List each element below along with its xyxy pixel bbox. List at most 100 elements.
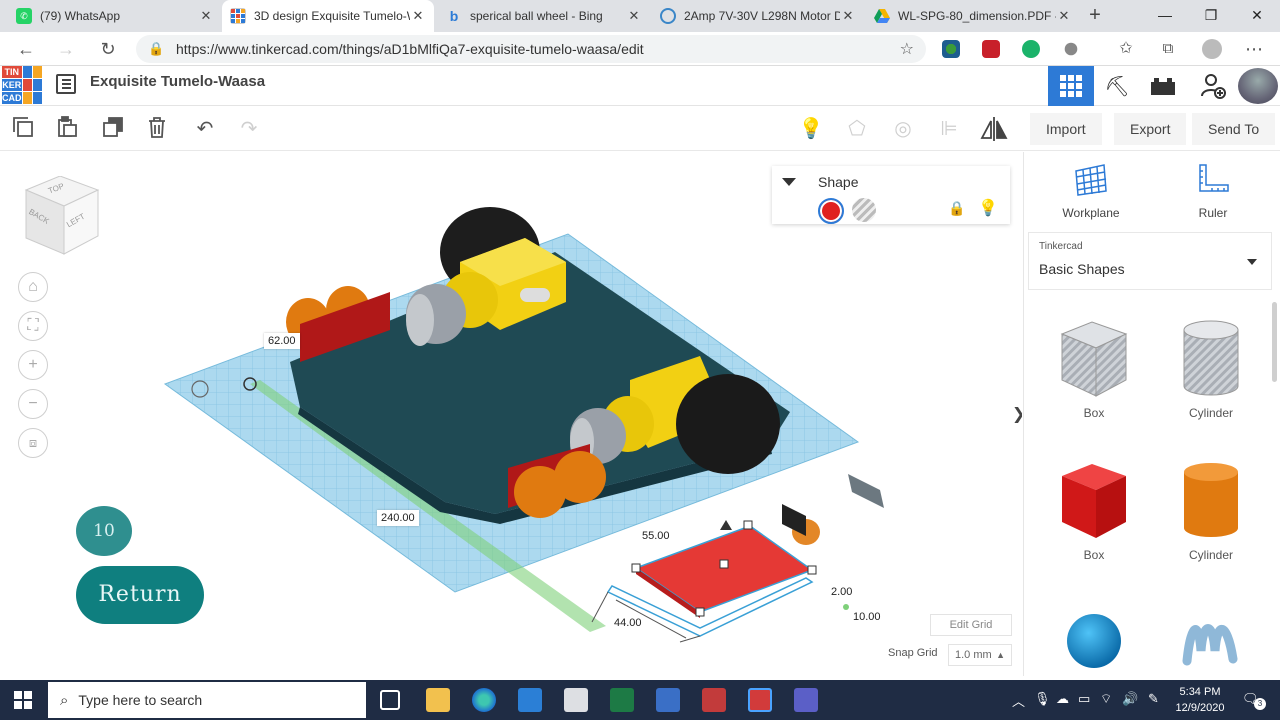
tab-tinkercad[interactable]: 3D design Exquisite Tumelo-W ✕ bbox=[222, 0, 434, 32]
teams-icon[interactable] bbox=[794, 688, 818, 712]
dimension-label[interactable]: 44.00 bbox=[610, 615, 646, 631]
windows-start-icon[interactable] bbox=[0, 680, 46, 720]
export-button[interactable]: Export bbox=[1114, 113, 1187, 145]
3d-view-grid-icon[interactable] bbox=[1048, 66, 1094, 106]
group-icon[interactable]: ⬠ bbox=[844, 116, 870, 142]
tab-motor-driver[interactable]: 2Amp 7V-30V L298N Motor D ✕ bbox=[652, 0, 864, 32]
pen-icon[interactable]: ✎ bbox=[1148, 691, 1159, 707]
shape-cylinder-hole[interactable]: Cylinder bbox=[1161, 318, 1261, 420]
dimension-label[interactable]: 240.00 bbox=[377, 510, 419, 526]
extension-grammarly-icon[interactable] bbox=[1022, 40, 1040, 58]
3d-workspace[interactable]: TOP BACK LEFT ⌂ ⛶ + − ⧈ 62.00 240.00 55.… bbox=[0, 152, 1022, 676]
notes-bulb-icon[interactable]: 💡 bbox=[798, 116, 824, 142]
favorites-icon[interactable]: ✩ bbox=[1114, 37, 1138, 61]
dimension-label[interactable]: 10.00 bbox=[849, 609, 885, 625]
import-button[interactable]: Import bbox=[1030, 113, 1102, 145]
microphone-icon[interactable]: 🎙 bbox=[1034, 691, 1051, 707]
mirror-icon[interactable] bbox=[980, 116, 1008, 142]
minimize-button[interactable]: — bbox=[1142, 0, 1188, 32]
volume-icon[interactable]: 🔊 bbox=[1122, 691, 1138, 707]
close-icon[interactable]: ✕ bbox=[1056, 8, 1072, 24]
cloud-icon[interactable]: ☁ bbox=[1056, 691, 1069, 707]
close-icon[interactable]: ✕ bbox=[840, 8, 856, 24]
return-button[interactable]: Return bbox=[76, 566, 204, 624]
bulb-icon[interactable]: 💡 bbox=[978, 198, 998, 218]
snap-grid-select[interactable]: 1.0 mm ▲ bbox=[948, 644, 1012, 666]
extension-r-icon[interactable] bbox=[982, 40, 1000, 58]
hole-swatch[interactable] bbox=[852, 198, 876, 222]
close-window-button[interactable]: ✕ bbox=[1234, 0, 1280, 32]
close-icon[interactable]: ✕ bbox=[410, 8, 426, 24]
maximize-button[interactable]: ❐ bbox=[1188, 0, 1234, 32]
chevron-right-icon[interactable]: ❯ bbox=[1012, 404, 1022, 424]
view-cube[interactable]: TOP BACK LEFT bbox=[24, 175, 100, 261]
extension-globe-icon[interactable] bbox=[942, 40, 960, 58]
battery-icon[interactable]: ▭ bbox=[1078, 691, 1090, 707]
shape-sphere[interactable] bbox=[1044, 600, 1144, 688]
reload-icon[interactable]: ↻ bbox=[96, 37, 120, 61]
collections-icon[interactable]: ⧉ bbox=[1156, 37, 1180, 61]
tab-drive-pdf[interactable]: WL-SPG-80_dimension.PDF - G ✕ bbox=[866, 0, 1080, 32]
new-tab-button[interactable]: + bbox=[1084, 5, 1106, 27]
screen-recorder-icon[interactable] bbox=[748, 688, 772, 712]
excel-icon[interactable] bbox=[610, 688, 634, 712]
star-icon[interactable]: ☆ bbox=[900, 39, 914, 59]
sidebar-scrollbar[interactable] bbox=[1272, 302, 1277, 382]
store-icon[interactable] bbox=[564, 688, 588, 712]
lock-icon[interactable]: 🔒 bbox=[948, 200, 965, 217]
edge-browser-icon[interactable] bbox=[472, 688, 496, 712]
delete-trash-icon[interactable] bbox=[144, 116, 170, 142]
shape-box-hole[interactable]: Box bbox=[1044, 318, 1144, 420]
extension-circle-icon[interactable] bbox=[1064, 42, 1078, 56]
taskbar-search-box[interactable]: ⌕ Type here to search bbox=[48, 682, 366, 718]
wifi-icon[interactable]: ⌔ bbox=[1100, 691, 1112, 707]
align-icon[interactable]: ⊫ bbox=[936, 116, 962, 142]
tab-bing[interactable]: b sperical ball wheel - Bing ✕ bbox=[438, 0, 650, 32]
shape-box[interactable]: Box bbox=[1044, 460, 1144, 562]
workplane-button[interactable]: Workplane bbox=[1046, 162, 1136, 220]
more-options-icon[interactable]: ⋯ bbox=[1242, 37, 1266, 61]
redo-icon[interactable]: ↷ bbox=[236, 116, 262, 142]
lock-icon[interactable]: 🔒 bbox=[148, 41, 164, 57]
undo-icon[interactable]: ↶ bbox=[192, 116, 218, 142]
shape-cylinder[interactable]: Cylinder bbox=[1161, 460, 1261, 562]
design-menu-icon[interactable] bbox=[56, 74, 76, 94]
url-text[interactable]: https://www.tinkercad.com/things/aD1bMlf… bbox=[176, 41, 644, 57]
file-explorer-icon[interactable] bbox=[426, 688, 450, 712]
avatar[interactable] bbox=[1238, 68, 1278, 104]
photos-icon[interactable] bbox=[656, 688, 680, 712]
address-bar[interactable]: 🔒 https://www.tinkercad.com/things/aD1bM… bbox=[136, 35, 926, 63]
duplicate-icon[interactable] bbox=[100, 116, 126, 142]
design-title[interactable]: Exquisite Tumelo-Waasa bbox=[90, 73, 265, 90]
forward-arrow-icon[interactable]: → bbox=[54, 37, 78, 61]
task-view-icon[interactable] bbox=[380, 690, 400, 710]
profile-icon[interactable] bbox=[1202, 39, 1222, 59]
close-icon[interactable]: ✕ bbox=[198, 8, 214, 24]
shape-scribble[interactable] bbox=[1161, 600, 1261, 688]
app-icon[interactable] bbox=[702, 688, 726, 712]
ungroup-icon[interactable]: ◎ bbox=[890, 116, 916, 142]
copy-icon[interactable] bbox=[10, 116, 36, 142]
collapse-chevron-icon[interactable] bbox=[782, 178, 796, 186]
zoom-out-icon[interactable]: − bbox=[18, 389, 48, 419]
dimension-label[interactable]: 55.00 bbox=[638, 528, 674, 544]
shape-library-select[interactable]: Tinkercad Basic Shapes bbox=[1028, 232, 1272, 290]
edit-grid-button[interactable]: Edit Grid bbox=[930, 614, 1012, 636]
back-arrow-icon[interactable]: ← bbox=[14, 37, 38, 61]
dimension-label[interactable]: 62.00 bbox=[264, 333, 300, 349]
home-view-icon[interactable]: ⌂ bbox=[18, 272, 48, 302]
perspective-icon[interactable]: ⧈ bbox=[18, 428, 48, 458]
close-icon[interactable]: ✕ bbox=[626, 8, 642, 24]
mail-icon[interactable] bbox=[518, 688, 542, 712]
dimension-label[interactable]: 2.00 bbox=[827, 584, 856, 600]
solid-color-swatch[interactable] bbox=[818, 198, 844, 224]
taskbar-clock[interactable]: 5:34 PM 12/9/2020 bbox=[1168, 684, 1232, 716]
ruler-button[interactable]: Ruler bbox=[1168, 162, 1258, 220]
send-to-button[interactable]: Send To bbox=[1192, 113, 1276, 145]
tab-whatsapp[interactable]: ✆ (79) WhatsApp ✕ bbox=[8, 0, 222, 32]
bricks-icon[interactable] bbox=[1140, 66, 1186, 106]
tinkercad-logo[interactable]: TIN KER CAD bbox=[2, 66, 42, 104]
add-user-icon[interactable] bbox=[1190, 66, 1236, 106]
zoom-in-icon[interactable]: + bbox=[18, 350, 48, 380]
fit-view-icon[interactable]: ⛶ bbox=[18, 311, 48, 341]
